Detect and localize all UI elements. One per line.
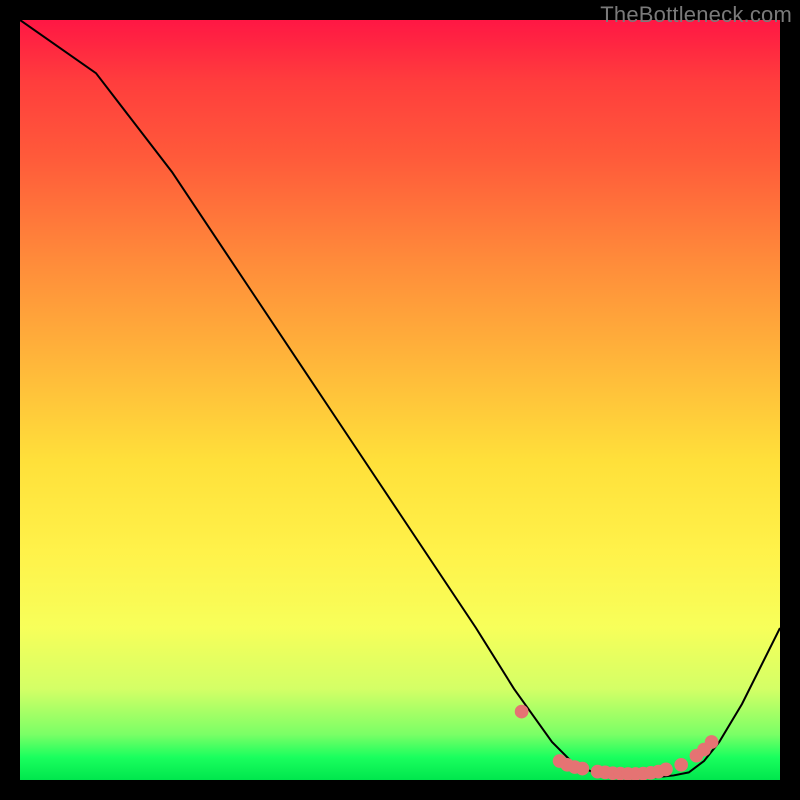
watermark-label: TheBottleneck.com <box>600 2 792 28</box>
sweet-spot-dot <box>636 767 650 780</box>
sweet-spot-dot <box>621 767 635 780</box>
sweet-spot-dot <box>629 767 643 780</box>
plot-area <box>20 20 780 780</box>
sweet-spot-dot <box>690 749 704 763</box>
sweet-spot-dot <box>652 765 666 779</box>
sweet-spot-dot <box>644 766 658 780</box>
sweet-spot-dot <box>614 767 628 780</box>
chart-root: TheBottleneck.com <box>0 0 800 800</box>
sweet-spot-dot <box>674 758 688 772</box>
sweet-spot-dot <box>598 766 612 780</box>
sweet-spot-dot <box>568 760 582 774</box>
sweet-spot-dot <box>659 763 673 777</box>
marker-dots <box>515 705 719 780</box>
sweet-spot-dot <box>591 765 605 779</box>
sweet-spot-dot <box>606 766 620 780</box>
sweet-spot-dot <box>697 743 711 757</box>
sweet-spot-dot <box>560 758 574 772</box>
sweet-spot-dot <box>705 735 719 749</box>
chart-svg <box>20 20 780 780</box>
line-series <box>20 20 780 778</box>
sweet-spot-dot <box>576 762 590 776</box>
sweet-spot-dot <box>553 754 567 768</box>
sweet-spot-dot <box>515 705 529 719</box>
bottleneck-curve-path <box>20 20 780 778</box>
